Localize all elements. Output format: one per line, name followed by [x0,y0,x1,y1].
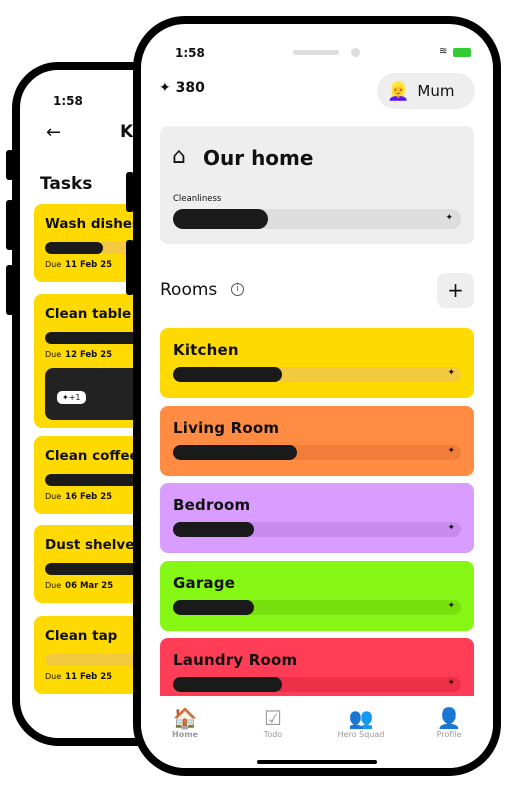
wifi-icon: ≋ [439,46,448,57]
due-label: Due [45,492,62,501]
room-card[interactable]: Bedroom ✦ [160,483,474,553]
room-card[interactable]: Kitchen ✦ [160,328,474,398]
room-name: Garage [173,573,236,592]
room-progress: ✦ [173,367,461,382]
points-value: 380 [175,80,205,96]
camera [351,48,360,57]
room-card[interactable]: Garage ✦ [160,560,474,631]
sparkle-icon: ✦ [445,213,453,223]
side-button [126,172,134,212]
room-name: Laundry Room [173,651,298,669]
sparkle-icon: ✦ [447,678,455,688]
room-name: Bedroom [173,496,251,514]
nav-profile[interactable]: 👤 Profile [409,706,489,768]
nav-label: Hero Squad [337,730,385,739]
rooms-title: Rooms [160,280,218,300]
battery-icon [453,48,471,57]
nav-icon: ☑ [264,706,282,730]
nav-label: Home [172,730,198,739]
sparkle-icon: ✦ [447,600,455,611]
sparkle-icon: ✦ [159,80,171,96]
nav-label: Todo [263,730,283,739]
sparkle-icon: ✦ [447,368,455,378]
arrow-left-icon[interactable]: ← [46,122,61,143]
due-label: Due [45,350,62,359]
nav-home[interactable]: 🏠 Home [145,706,225,768]
room-name: Living Room [173,418,280,437]
front-phone: 1:58 ≋ ✦ 380 👱‍♀️ Mum ⌂ Our home Cleanli… [133,16,501,776]
due-date: 11 Feb 25 [65,672,113,682]
room-progress: ✦ [173,444,461,460]
home-card[interactable]: ⌂ Our home Cleanliness ✦ [160,126,474,244]
speaker [293,50,339,55]
sparkle-icon: ✦ [447,523,455,533]
side-button [126,240,134,295]
cleanliness-label: Cleanliness [173,194,222,204]
home-title: Our home [203,146,314,170]
user-switcher-button[interactable]: 👱‍♀️ Mum [377,73,475,109]
due-label: Due [45,581,62,590]
due-label: Due [45,260,62,269]
due-date: 16 Feb 25 [65,492,113,502]
sparkle-icon: ✦ [447,445,455,456]
reward-badge: ✦+1 [57,391,86,404]
due-date: 06 Mar 25 [65,581,114,591]
cleanliness-bar: ✦ [173,209,461,229]
points-display: ✦ 380 [159,80,205,96]
add-room-button[interactable]: + [437,273,474,308]
info-icon[interactable]: i [231,283,244,296]
status-time: 1:58 [175,46,205,60]
nav-icon: 🏠 [172,706,198,730]
nav-label: Profile [436,730,462,739]
plus-icon: + [447,278,464,302]
nav-icon: 👥 [348,706,374,730]
section-title: Tasks [40,174,93,194]
house-icon: ⌂ [172,144,186,169]
nav-todo[interactable]: ☑ Todo [233,706,313,768]
nav-icon: 👤 [436,706,462,730]
room-progress: ✦ [173,599,461,615]
room-progress: ✦ [173,677,461,692]
status-time: 1:58 [53,94,83,108]
room-name: Kitchen [173,341,239,359]
due-date: 12 Feb 25 [65,350,113,360]
bottom-nav: 🏠 Home ☑ Todo 👥 Hero Squad 👤 Profile [141,696,493,768]
avatar: 👱‍♀️ [387,80,410,102]
home-indicator [257,760,377,764]
room-card[interactable]: Living Room ✦ [160,405,474,476]
due-date: 11 Feb 25 [65,260,113,270]
due-label: Due [45,672,62,681]
nav-hero-squad[interactable]: 👥 Hero Squad [321,706,401,768]
user-name: Mum [417,82,455,100]
room-progress: ✦ [173,522,461,537]
